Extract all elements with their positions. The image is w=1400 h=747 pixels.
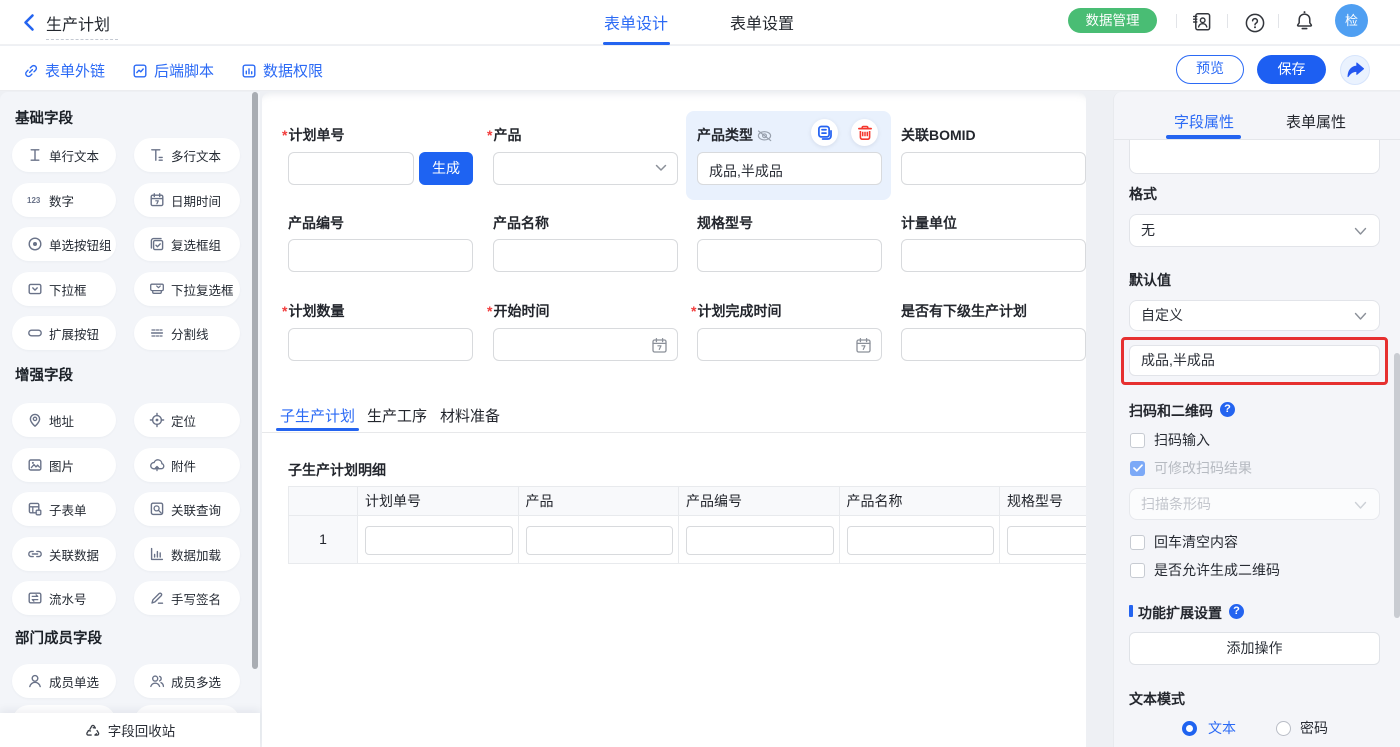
svg-text:123: 123 [27,196,41,205]
